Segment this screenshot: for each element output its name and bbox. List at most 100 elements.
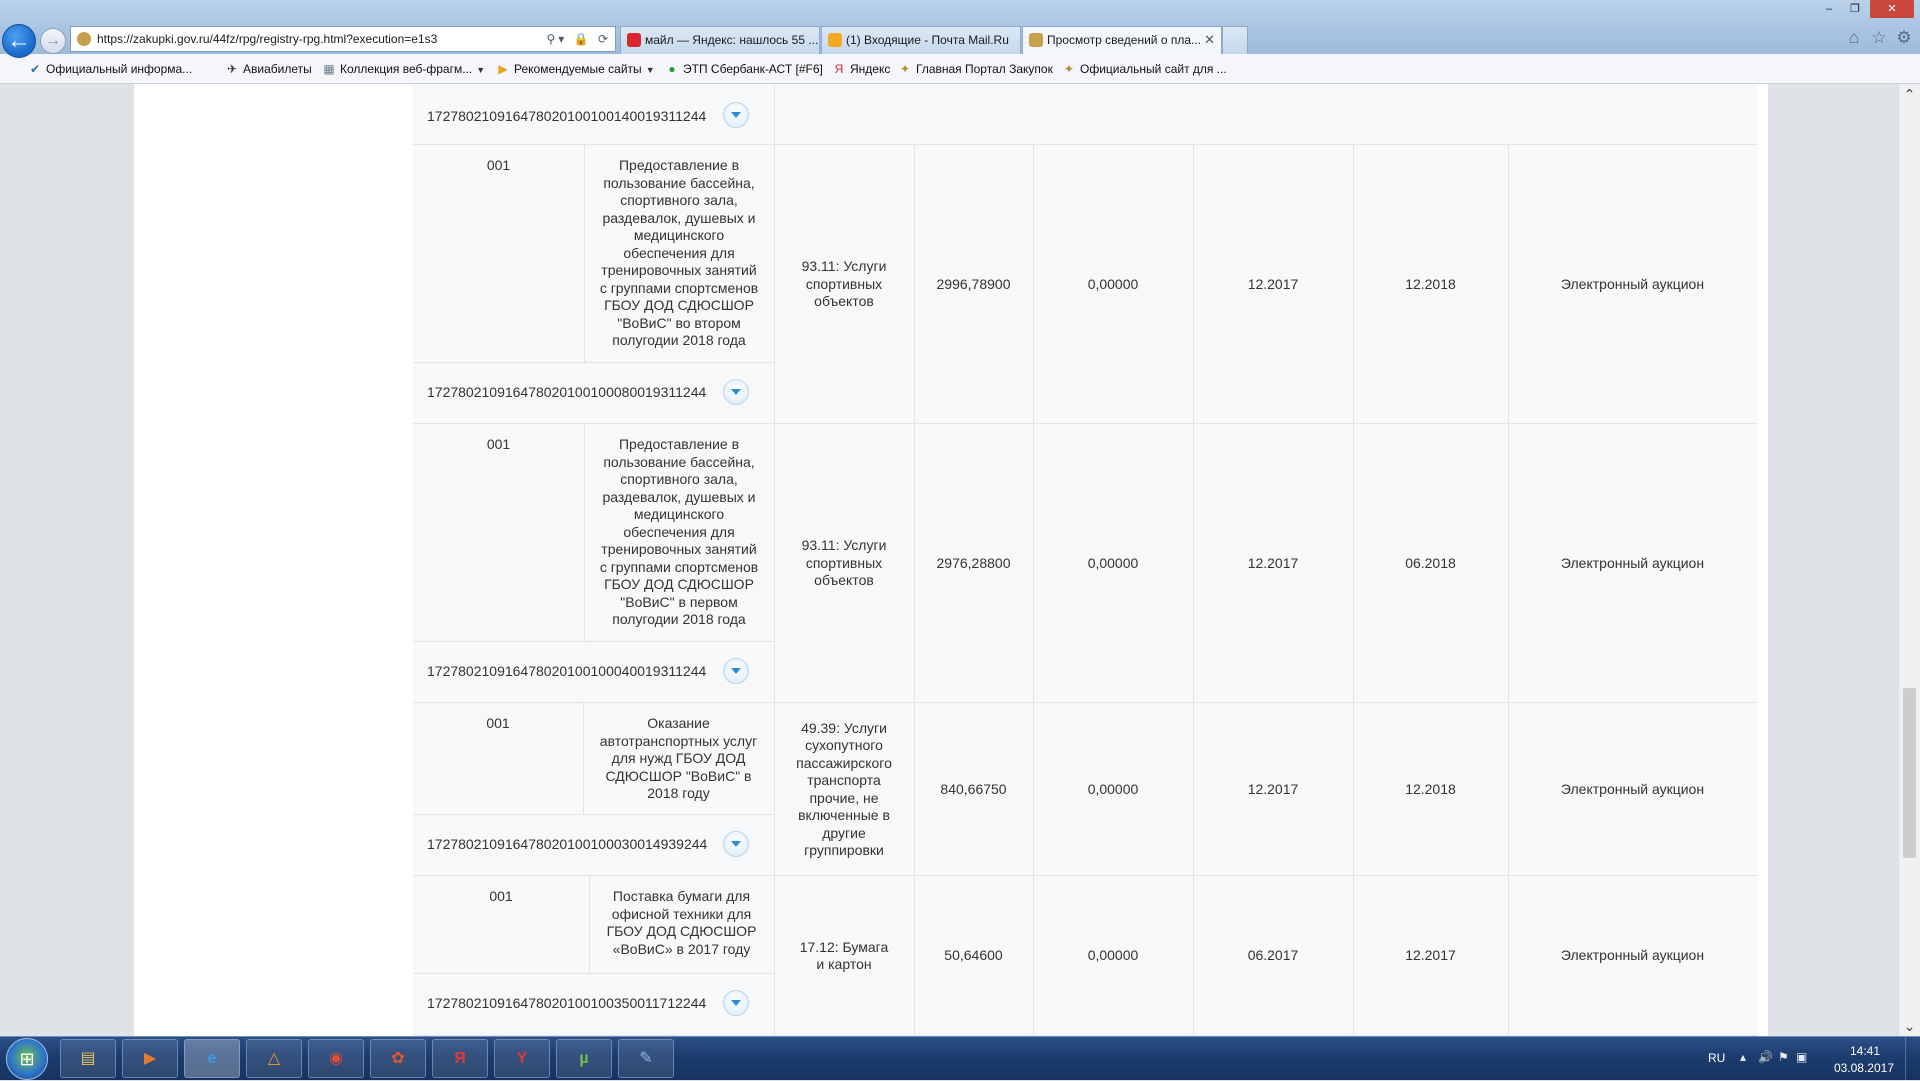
taskbar-app-button[interactable]: µ [556, 1039, 612, 1078]
taskbar-app-button[interactable]: Y [494, 1039, 550, 1078]
favorites-item-label: Официальный информа... [46, 62, 193, 76]
expand-toggle-button[interactable] [723, 379, 749, 405]
volume-icon[interactable]: 🔊 [1758, 1050, 1773, 1064]
tab-close-icon[interactable]: ✕ [1204, 27, 1215, 53]
cell-divider [1353, 145, 1354, 424]
forward-button[interactable]: → [40, 28, 66, 54]
taskbar-app-button[interactable]: e [184, 1039, 240, 1078]
new-tab-button[interactable] [1222, 26, 1248, 54]
advance-amount-text: 0,00000 [1087, 275, 1139, 292]
favorites-item[interactable]: ▶ Рекомендуемые сайты ▼ [494, 61, 655, 78]
favorites-item[interactable]: ✈ Авиабилеты [223, 61, 312, 77]
browser-tab[interactable]: (1) Входящие - Почта Mail.Ru [821, 26, 1021, 54]
browser-tab[interactable]: Просмотр сведений о пла... ✕ [1022, 26, 1222, 54]
clock-time[interactable]: 14:41 [1850, 1044, 1880, 1058]
start-date-text: 12.2017 [1247, 554, 1299, 571]
address-bar[interactable]: https://zakupki.gov.ru/44fz/rpg/registry… [70, 26, 616, 52]
gear-icon[interactable]: ⚙ [1894, 28, 1914, 48]
minimize-button[interactable]: ‒ [1816, 0, 1842, 18]
start-button[interactable]: ⊞ [6, 1038, 48, 1080]
back-button[interactable]: ← [2, 24, 36, 58]
page-viewport: 172780210916478020100100140019311244 001 П… [0, 84, 1898, 1036]
cell-divider [584, 145, 585, 362]
favorites-item[interactable]: ✦ Официальный сайт для ... [1060, 61, 1227, 77]
sberbank-icon: ● [668, 62, 676, 76]
registry-number: 172780210916478020100100030014939244 [427, 836, 708, 852]
taskbar-app-button[interactable]: ◉ [308, 1039, 364, 1078]
media-player-icon: ▶ [143, 1049, 157, 1067]
taskbar-app-button[interactable]: ▤ [60, 1039, 116, 1078]
end-date-text: 12.2017 [1405, 947, 1456, 964]
address-tools[interactable]: ⚲▾ 🔒 ⟳ [547, 27, 611, 51]
subrow-divider [413, 814, 774, 815]
start-date: 12.2017 [1213, 145, 1333, 424]
expand-toggle-button[interactable] [723, 658, 749, 684]
cell-divider [1193, 876, 1194, 1036]
cell-divider [774, 703, 775, 876]
clock-date[interactable]: 03.08.2017 [1834, 1061, 1894, 1075]
language-indicator[interactable]: RU [1708, 1051, 1725, 1065]
home-icon[interactable]: ⌂ [1844, 28, 1864, 48]
expand-toggle-button[interactable] [723, 831, 749, 857]
advance-amount: 0,00000 [1053, 876, 1173, 1036]
purchase-name: Оказание автотранспортных услуг для нужд… [599, 715, 758, 801]
maximize-button[interactable]: ❐ [1842, 0, 1868, 18]
taskbar-app-button[interactable]: ✿ [370, 1039, 426, 1078]
registry-number: 172780210916478020100100040019311244 [427, 663, 707, 679]
subrow-divider [413, 362, 774, 363]
show-desktop-button[interactable] [1905, 1037, 1920, 1081]
okpd-code: 49.39: Услуги сухопутного пассажирского … [794, 703, 894, 876]
cell-divider [1508, 703, 1509, 876]
vertical-scrollbar[interactable]: ⌃ ⌄ [1898, 84, 1920, 1036]
start-date: 12.2017 [1213, 703, 1333, 876]
browser-tab[interactable]: майл — Яндекс: нашлось 55 ... [620, 26, 820, 54]
content-panel: 172780210916478020100100140019311244 001 П… [134, 84, 1768, 1036]
end-date: 06.2018 [1373, 424, 1488, 703]
yandex-browser-icon: Y [516, 1049, 528, 1067]
chevron-down-icon[interactable]: ▼ [646, 65, 655, 75]
start-date: 12.2017 [1213, 424, 1333, 703]
expand-toggle-button[interactable] [723, 990, 749, 1016]
start-date-text: 12.2017 [1247, 275, 1299, 292]
amount-text: 50,64600 [944, 947, 1003, 964]
favorites-item-label: Главная Портал Закупок [916, 62, 1053, 76]
favorites-item[interactable]: ✔ Официальный информа... [26, 61, 192, 77]
taskbar-app-button[interactable]: ✎ [618, 1039, 674, 1078]
favorites-item[interactable]: ▦ Коллекция веб-фрагм... ▼ [320, 61, 485, 78]
cell-divider [1508, 876, 1509, 1036]
action-center-flag-icon[interactable]: ⚑ [1778, 1050, 1789, 1064]
expand-toggle-button[interactable] [723, 102, 749, 128]
amount: 50,64600 [934, 876, 1013, 1036]
purchase-method-text: Электронный аукцион [1560, 554, 1705, 571]
cell-divider [1193, 703, 1194, 876]
favorites-item[interactable]: Я Яндекс [830, 61, 891, 77]
taskbar-app-button[interactable]: △ [246, 1039, 302, 1078]
network-icon[interactable]: ▣ [1796, 1050, 1807, 1064]
amount-text: 2976,28800 [936, 554, 1011, 571]
favorites-item[interactable]: ● ЭТП Сбербанк-АСТ [#F6] [663, 61, 822, 77]
favorites-item[interactable]: ✦ Главная Портал Закупок [896, 61, 1053, 77]
registry-number: 172780210916478020100100080019311244 [427, 384, 707, 400]
cell-divider [914, 145, 915, 424]
scroll-thumb[interactable] [1903, 688, 1916, 858]
purchase-method: Электронный аукцион [1528, 145, 1737, 424]
okpd-code-text: 93.11: Услуги спортивных объектов [801, 537, 887, 589]
end-date-text: 12.2018 [1405, 275, 1456, 292]
amount: 2976,28800 [934, 424, 1013, 703]
favorites-star-icon[interactable]: ☆ [1869, 28, 1889, 48]
purchase-name: Предоставление в пользование бассейна, с… [599, 436, 759, 627]
webslice-icon: ▦ [323, 62, 335, 76]
scroll-down-arrow-icon[interactable]: ⌄ [1899, 1016, 1920, 1036]
cell-divider [1508, 424, 1509, 703]
advance-amount-text: 0,00000 [1087, 780, 1139, 797]
cell-divider [914, 703, 915, 876]
tray-expand-icon[interactable]: ▴ [1740, 1050, 1746, 1064]
scroll-up-arrow-icon[interactable]: ⌃ [1899, 84, 1920, 104]
taskbar-app-button[interactable]: ▶ [122, 1039, 178, 1078]
checkmark-icon: ✔ [29, 62, 41, 76]
close-window-button[interactable]: ✕ [1870, 0, 1914, 18]
chevron-down-icon[interactable]: ▼ [476, 65, 485, 75]
taskbar-app-button[interactable]: Я [432, 1039, 488, 1078]
paint-icon: ✎ [639, 1049, 653, 1067]
amount-text: 840,66750 [940, 780, 1007, 797]
